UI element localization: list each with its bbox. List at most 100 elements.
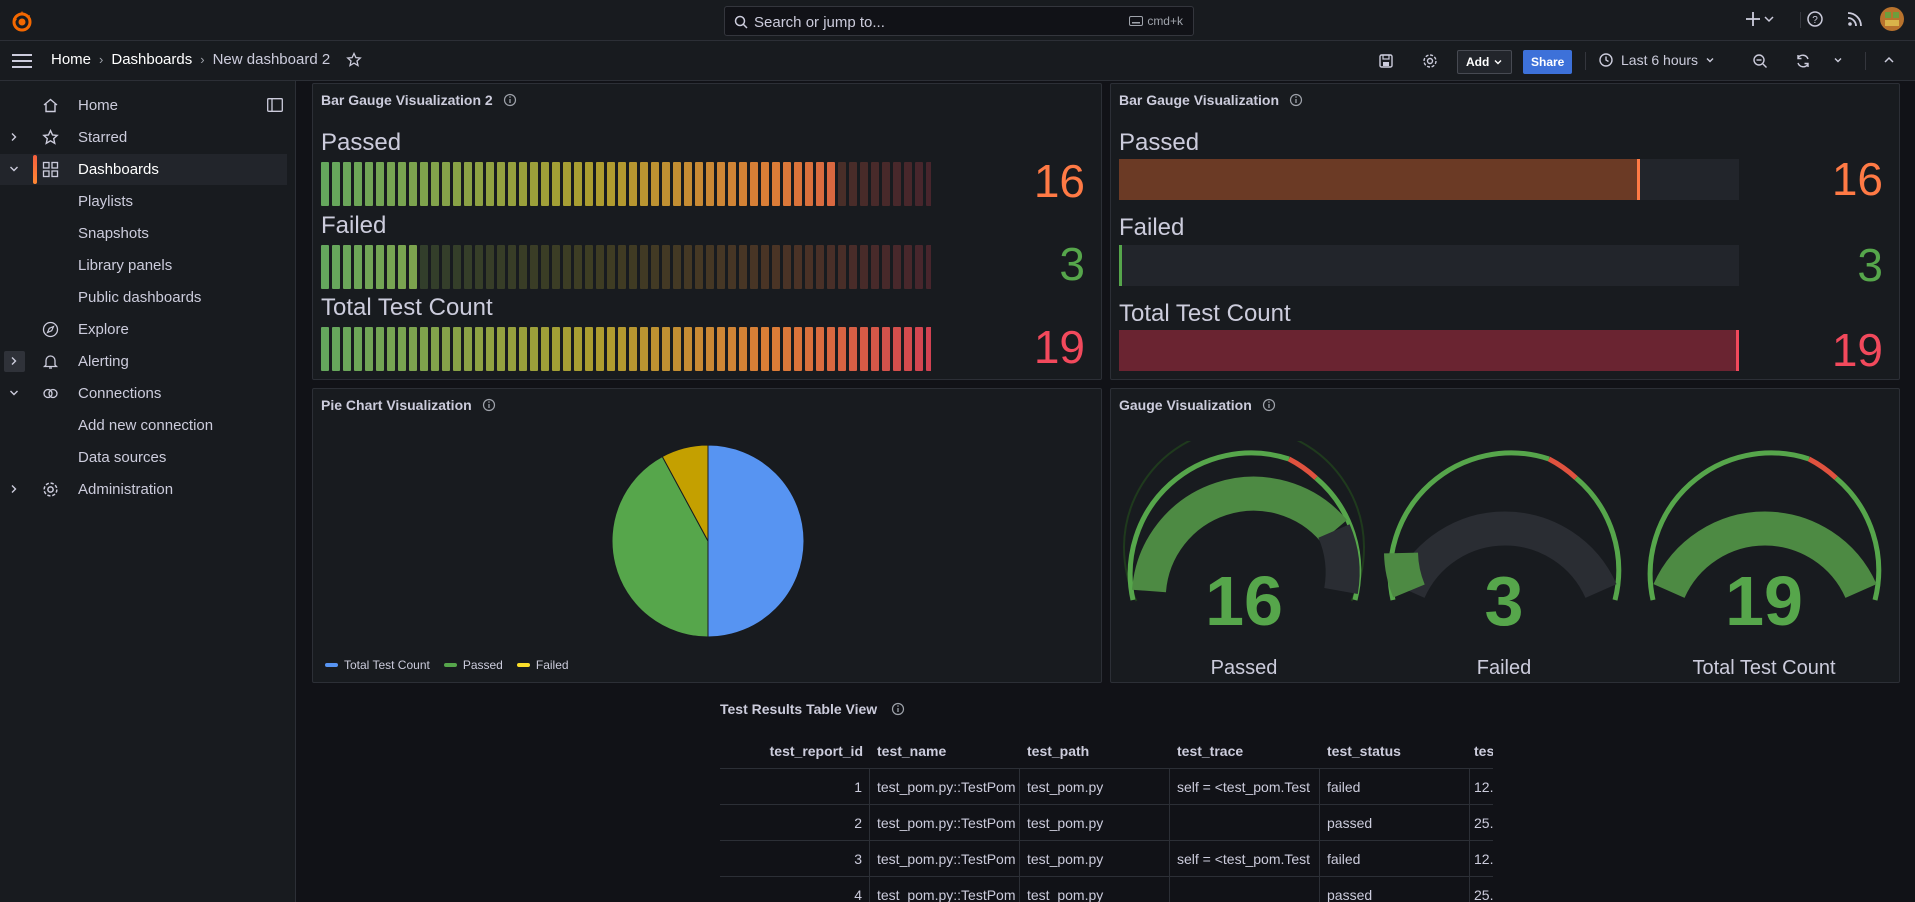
chevron-right-icon: › <box>99 52 104 67</box>
chevron-right-icon[interactable] <box>8 355 20 367</box>
chevron-right-icon[interactable] <box>8 483 20 495</box>
bar-gauge-panel[interactable]: Bar Gauge Visualization Passed 16 Failed… <box>1110 83 1900 380</box>
pie-chart[interactable] <box>603 441 813 641</box>
legend-item-failed[interactable]: Failed <box>516 658 569 672</box>
column-header[interactable]: test_trace <box>1170 733 1320 769</box>
search-icon <box>734 15 748 29</box>
led-cell <box>409 245 417 289</box>
collapse-navbar-button[interactable] <box>1883 55 1895 65</box>
chevron-right-icon[interactable] <box>8 131 20 143</box>
new-menu-button[interactable] <box>1745 9 1775 29</box>
led-cell <box>442 327 450 371</box>
pie-chart-panel[interactable]: Pie Chart Visualization Total Test Count… <box>312 388 1102 683</box>
sidebar-item-label: Data sources <box>78 449 167 466</box>
led-cell <box>420 162 428 206</box>
column-header[interactable]: tes <box>1470 733 1493 769</box>
sidebar-item-data-sources[interactable]: Data sources <box>0 442 287 473</box>
sidebar-item-snapshots[interactable]: Snapshots <box>0 218 287 249</box>
led-cell <box>376 245 384 289</box>
sidebar-item-label: Starred <box>78 129 128 146</box>
table-cell: self = <test_pom.Test <box>1170 841 1320 877</box>
led-cell <box>849 245 857 289</box>
led-cell <box>332 245 340 289</box>
info-icon <box>482 398 495 412</box>
zoom-out-button[interactable] <box>1752 53 1768 69</box>
time-range-label: Last 6 hours <box>1621 52 1699 68</box>
gauge-failed[interactable]: 3 Failed <box>1379 441 1629 679</box>
sidebar-item-alerting[interactable]: Alerting <box>0 346 287 377</box>
sidebar-item-administration[interactable]: Administration <box>0 474 287 505</box>
search-input[interactable]: Search or jump to... cmd+k <box>724 6 1194 36</box>
bar-value-passed: 16 <box>1033 155 1085 207</box>
table-row[interactable]: 3 test_pom.py::TestPom test_pom.py self … <box>720 841 1493 877</box>
dock-menu-icon[interactable] <box>267 98 283 112</box>
table-row[interactable]: 2 test_pom.py::TestPom test_pom.py passe… <box>720 805 1493 841</box>
led-cell <box>321 245 329 289</box>
gauge-total[interactable]: 19 Total Test Count <box>1639 441 1889 679</box>
menu-toggle-button[interactable] <box>12 52 32 70</box>
led-cell <box>365 245 373 289</box>
avatar[interactable] <box>1880 7 1904 31</box>
clock-icon <box>1599 53 1613 67</box>
panel-title: Test Results Table View <box>720 701 878 717</box>
led-cell <box>420 245 428 289</box>
led-cell <box>673 162 681 206</box>
sidebar-item-dashboards[interactable]: Dashboards <box>0 154 287 185</box>
gauge-passed[interactable]: 16 Passed <box>1119 441 1369 679</box>
led-cell <box>640 162 648 206</box>
settings-button[interactable] <box>1422 53 1438 69</box>
column-header[interactable]: test_report_id <box>720 733 870 769</box>
column-header[interactable]: test_path <box>1020 733 1170 769</box>
save-dashboard-button[interactable] <box>1378 53 1394 69</box>
column-header[interactable]: test_status <box>1320 733 1470 769</box>
led-cell <box>838 162 846 206</box>
table-row[interactable]: 1 test_pom.py::TestPom test_pom.py self … <box>720 769 1493 805</box>
bar-gauge-2-panel[interactable]: Bar Gauge Visualization 2 Passed 16 Fail… <box>312 83 1102 380</box>
led-cell <box>662 162 670 206</box>
sidebar-item-explore[interactable]: Explore <box>0 314 287 345</box>
led-cell <box>805 327 813 371</box>
bar-value-total: 19 <box>1033 321 1085 373</box>
table-cell: 1 <box>720 769 870 805</box>
news-button[interactable] <box>1845 9 1865 29</box>
legend-label: Total Test Count <box>344 658 430 672</box>
breadcrumb-home[interactable]: Home <box>51 51 91 68</box>
sidebar-item-playlists[interactable]: Playlists <box>0 186 287 217</box>
table-header-row: test_report_id test_name test_path test_… <box>720 733 1493 769</box>
led-cell <box>827 327 835 371</box>
help-icon: ? <box>1807 11 1823 27</box>
chevron-down-icon[interactable] <box>8 387 20 399</box>
led-cell <box>332 327 340 371</box>
table-row[interactable]: 4 test_pom.py::TestPom test_pom.py passe… <box>720 877 1493 902</box>
breadcrumb-dashboards[interactable]: Dashboards <box>111 51 192 68</box>
led-cell <box>574 245 582 289</box>
bar-label-passed: Passed <box>1119 129 1200 156</box>
refresh-interval-dropdown[interactable] <box>1833 55 1843 65</box>
pie-slice-total-test-count[interactable] <box>707 444 805 638</box>
led-cell <box>332 162 340 206</box>
chevron-down-icon[interactable] <box>8 163 20 175</box>
column-header[interactable]: test_name <box>870 733 1020 769</box>
help-button[interactable]: ? <box>1805 9 1825 29</box>
refresh-button[interactable] <box>1795 53 1811 69</box>
gauge-panel[interactable]: Gauge Visualization 16 Passed 3 Failed 1… <box>1110 388 1900 683</box>
share-button[interactable]: Share <box>1523 50 1573 74</box>
sidebar-item-library-panels[interactable]: Library panels <box>0 250 287 281</box>
grafana-logo-icon[interactable] <box>10 10 34 34</box>
legend-item-total[interactable]: Total Test Count <box>325 658 430 672</box>
add-button[interactable]: Add <box>1457 50 1513 74</box>
sidebar-item-public-dashboards[interactable]: Public dashboards <box>0 282 287 313</box>
led-bar-total <box>321 327 931 371</box>
led-cell <box>871 162 879 206</box>
sidebar-item-label: Dashboards <box>78 161 159 178</box>
sidebar-item-connections[interactable]: Connections <box>0 378 287 409</box>
star-icon[interactable] <box>346 51 363 68</box>
keyboard-shortcut: cmd+k <box>1129 14 1183 28</box>
led-cell <box>761 162 769 206</box>
sidebar-item-add-new-connection[interactable]: Add new connection <box>0 410 287 441</box>
led-cell <box>343 327 351 371</box>
sidebar-item-home[interactable]: Home <box>0 90 287 121</box>
legend-item-passed[interactable]: Passed <box>443 658 503 672</box>
sidebar-item-starred[interactable]: Starred <box>0 122 287 153</box>
time-range-picker[interactable]: Last 6 hours <box>1598 52 1715 68</box>
